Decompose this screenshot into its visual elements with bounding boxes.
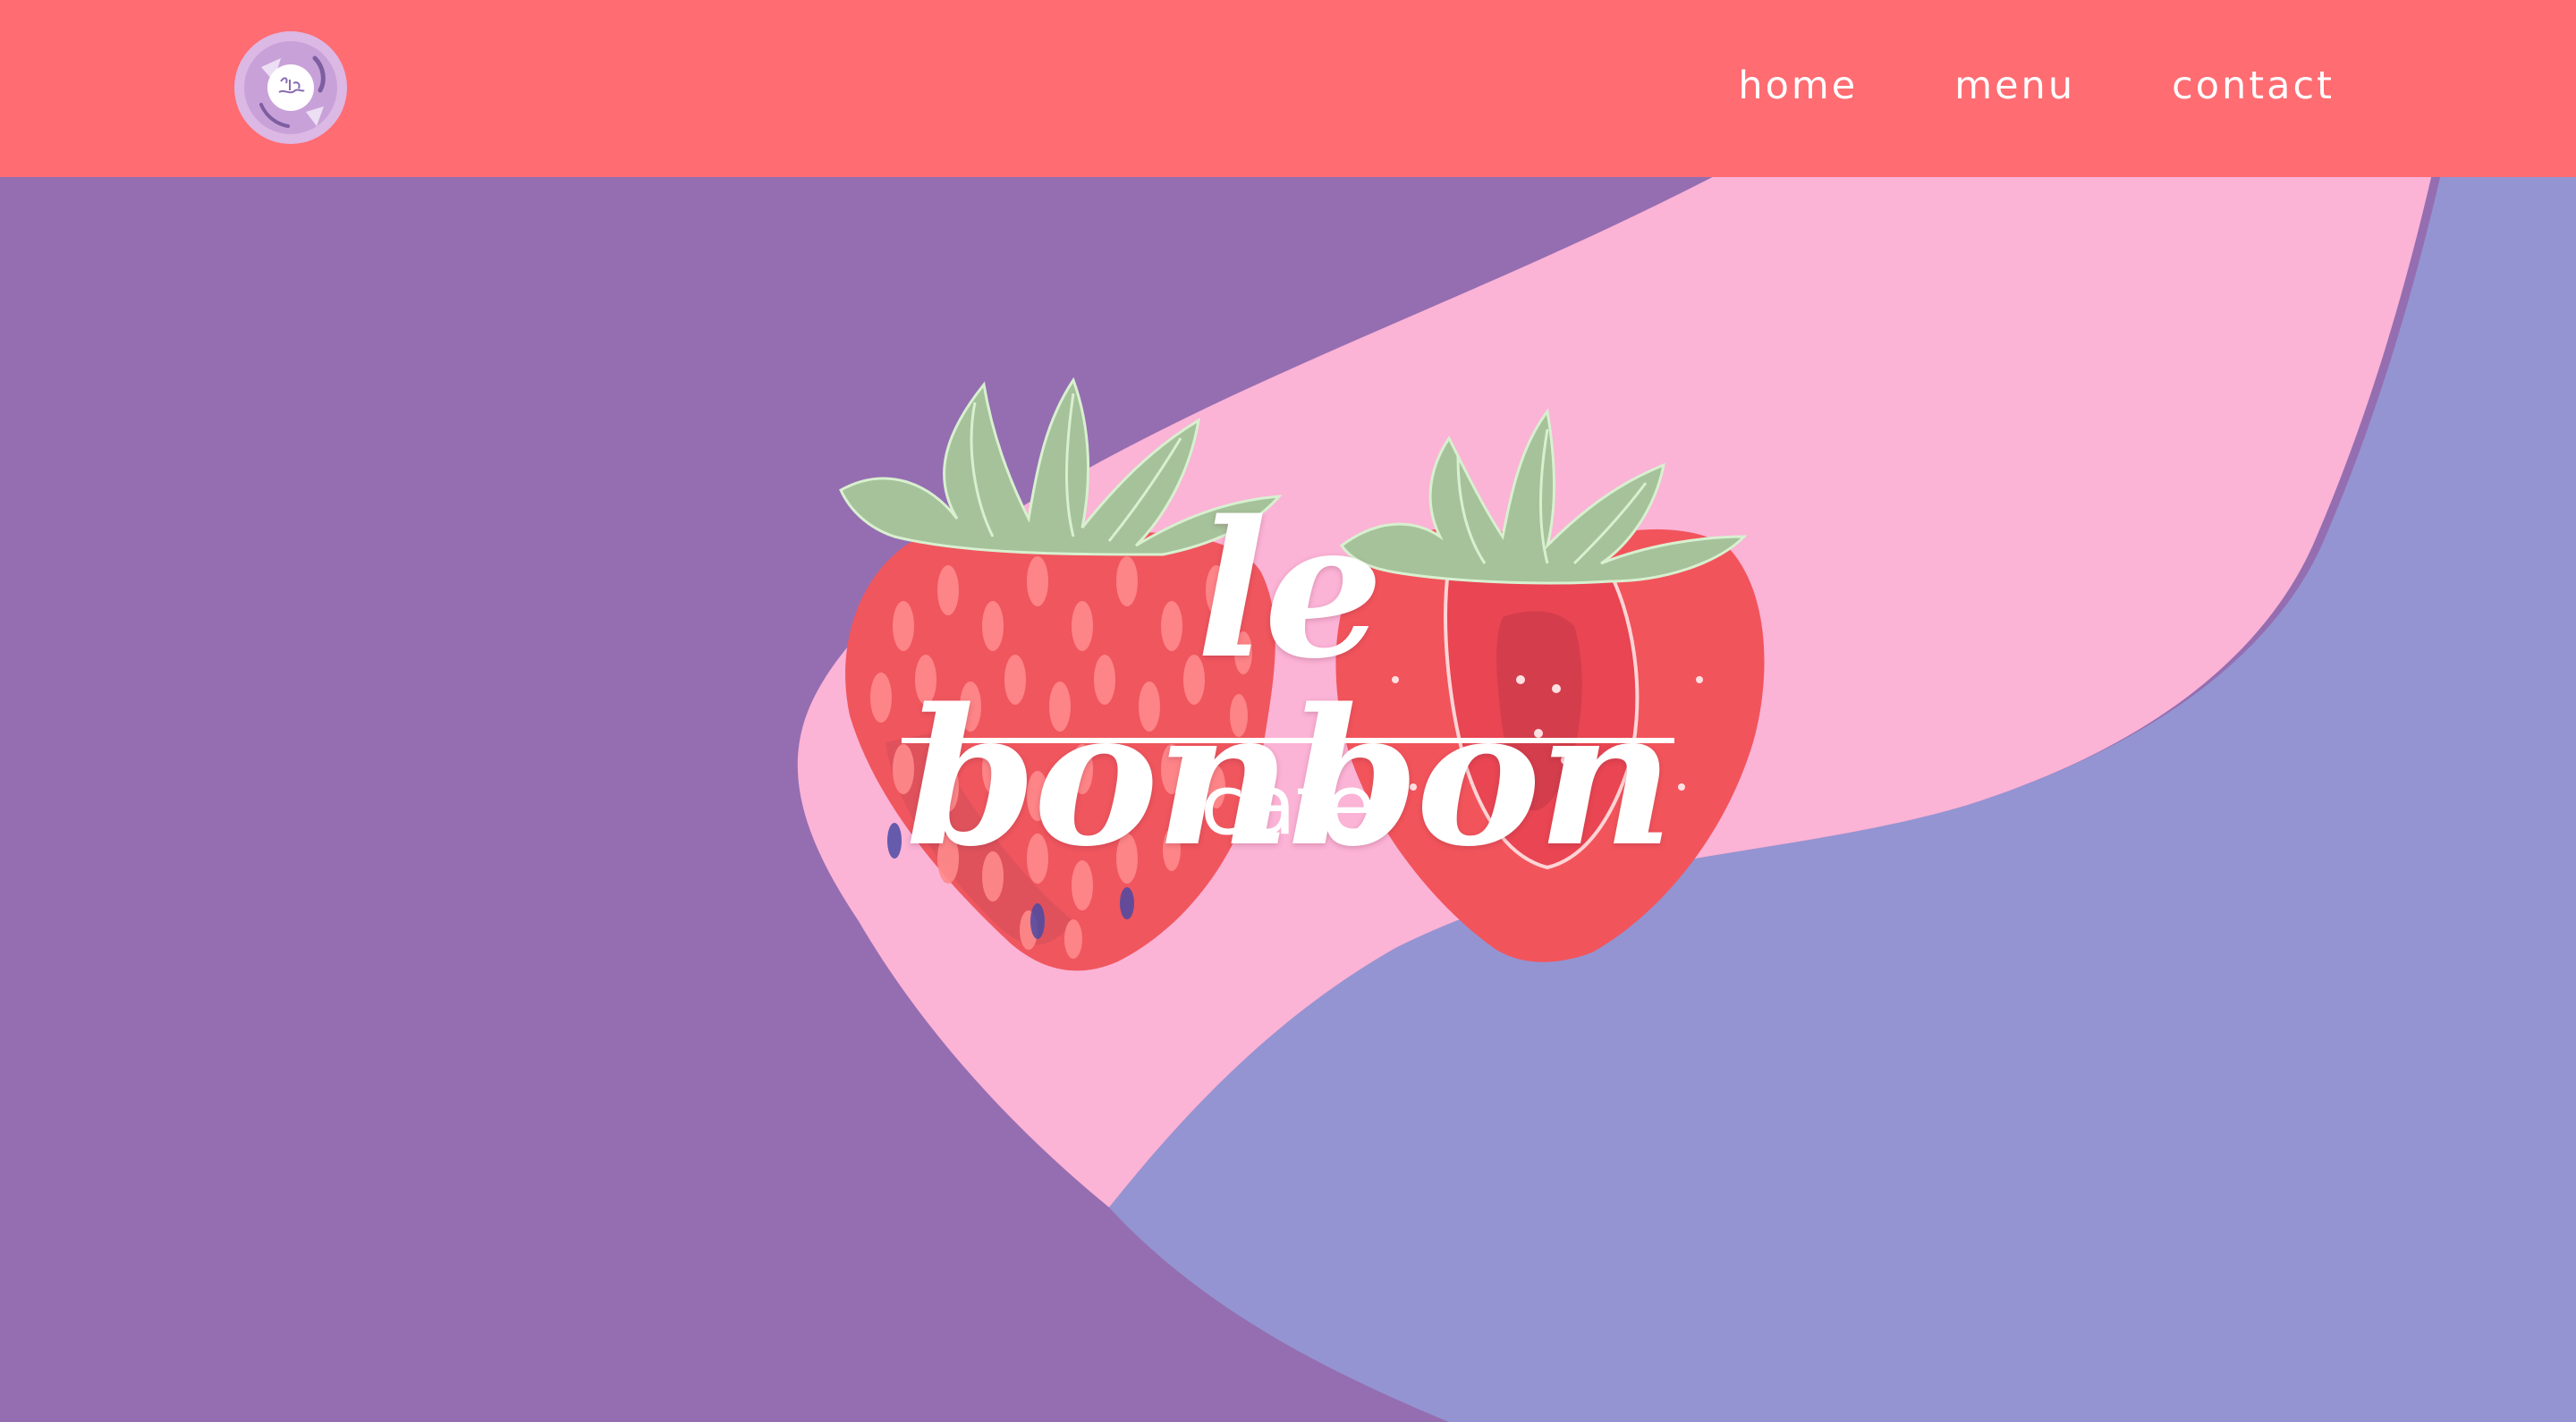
top-navbar: home menu contact [0, 0, 2576, 177]
hero-divider [902, 738, 1674, 743]
logo-badge[interactable] [234, 31, 347, 144]
hero-subtitle: cafe [1200, 758, 1376, 853]
nav-link-home[interactable]: home [1738, 63, 1858, 108]
logo-icon [234, 31, 347, 144]
nav-link-menu[interactable]: menu [1954, 63, 2075, 108]
main-nav: home menu contact [1738, 0, 2334, 172]
nav-link-contact[interactable]: contact [2172, 63, 2334, 108]
landing-page: home menu contact le bonbon cafe [0, 0, 2576, 1422]
